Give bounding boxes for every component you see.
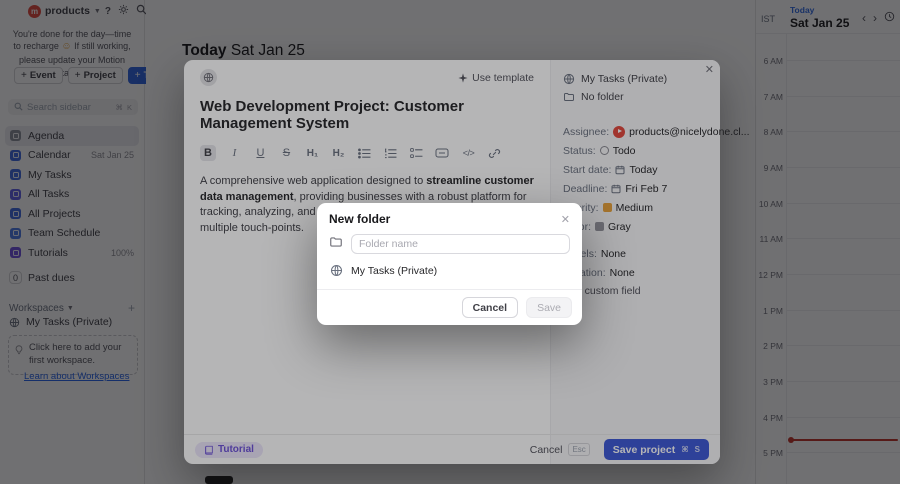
divider xyxy=(317,289,582,290)
dialog-cancel-button[interactable]: Cancel xyxy=(461,297,519,318)
folder-icon xyxy=(329,235,343,254)
folder-name-input[interactable] xyxy=(351,234,570,254)
close-icon[interactable]: ✕ xyxy=(561,213,570,226)
private-workspace-globe-icon xyxy=(330,264,343,277)
new-folder-dialog: New folder ✕ My Tasks (Private) Cancel S… xyxy=(317,203,582,325)
app-root: m products ▼ ? « You're done for the day… xyxy=(0,0,900,484)
dialog-workspace-option[interactable]: My Tasks (Private) xyxy=(329,264,570,277)
dialog-title: New folder xyxy=(329,212,391,226)
dialog-save-button[interactable]: Save xyxy=(526,297,572,318)
